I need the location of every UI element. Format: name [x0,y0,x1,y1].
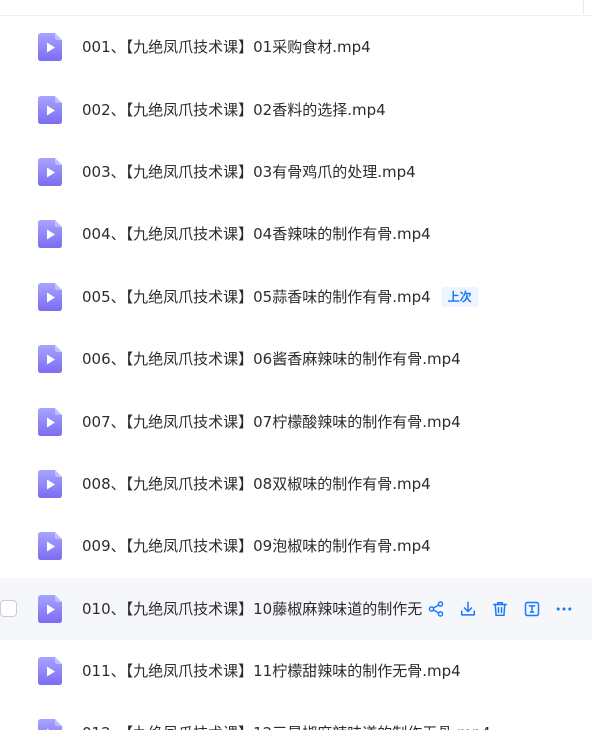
file-name-text: 009、【九绝凤爪技术课】09泡椒味的制作有骨.mp4 [82,537,431,556]
delete-icon[interactable] [490,599,510,619]
file-row[interactable]: 011、【九绝凤爪技术课】11柠檬甜辣味的制作无骨.mp4 [0,640,592,702]
download-icon[interactable] [458,599,478,619]
file-row[interactable]: 002、【九绝凤爪技术课】02香料的选择.mp4 [0,78,592,140]
file-name[interactable]: 012、【九绝凤爪技术课】12三星椒麻辣味道的制作无骨.mp4 [82,723,491,730]
file-name-text: 003、【九绝凤爪技术课】03有骨鸡爪的处理.mp4 [82,162,416,181]
video-file-icon [38,157,62,186]
file-name[interactable]: 006、【九绝凤爪技术课】06酱香麻辣味的制作有骨.mp4 [82,349,461,369]
file-name[interactable]: 011、【九绝凤爪技术课】11柠檬甜辣味的制作无骨.mp4 [82,661,461,681]
file-row[interactable]: 001、【九绝凤爪技术课】01采购食材.mp4 [0,16,592,78]
file-name[interactable]: 004、【九绝凤爪技术课】04香辣味的制作有骨.mp4 [82,224,431,244]
video-file-icon [38,532,62,561]
video-file-icon [38,33,62,62]
file-name-text: 005、【九绝凤爪技术课】05蒜香味的制作有骨.mp4 [82,287,431,306]
file-name-text: 012、【九绝凤爪技术课】12三星椒麻辣味道的制作无骨.mp4 [82,724,491,730]
file-list: 001、【九绝凤爪技术课】01采购食材.mp4 002、【九绝凤爪技术课】02香料… [0,16,592,730]
file-name-text: 004、【九绝凤爪技术课】04香辣味的制作有骨.mp4 [82,225,431,244]
file-row[interactable]: 008、【九绝凤爪技术课】08双椒味的制作有骨.mp4 [0,453,592,515]
file-name[interactable]: 010、【九绝凤爪技术课】10藤椒麻辣味道的制作无骨.mp4 [82,599,422,619]
file-name-text: 006、【九绝凤爪技术课】06酱香麻辣味的制作有骨.mp4 [82,350,461,369]
file-name-text: 002、【九绝凤爪技术课】02香料的选择.mp4 [82,100,386,119]
rename-icon[interactable] [522,599,542,619]
file-row[interactable]: 005、【九绝凤爪技术课】05蒜香味的制作有骨.mp4 上次 [0,266,592,328]
file-name-text: 001、【九绝凤爪技术课】01采购食材.mp4 [82,38,371,57]
video-file-icon [38,95,62,124]
share-icon[interactable] [426,599,446,619]
video-file-icon [38,345,62,374]
column-resize-handle [583,0,584,14]
video-file-icon [38,657,62,686]
last-viewed-badge: 上次 [440,286,479,307]
video-file-icon [38,719,62,730]
file-row[interactable]: 009、【九绝凤爪技术课】09泡椒味的制作有骨.mp4 [0,515,592,577]
row-checkbox[interactable] [0,600,17,618]
file-name-text: 011、【九绝凤爪技术课】11柠檬甜辣味的制作无骨.mp4 [82,662,461,681]
file-row[interactable]: 010、【九绝凤爪技术课】10藤椒麻辣味道的制作无骨.mp4 [0,577,592,640]
file-name[interactable]: 008、【九绝凤爪技术课】08双椒味的制作有骨.mp4 [82,474,431,494]
file-name-text: 010、【九绝凤爪技术课】10藤椒麻辣味道的制作无骨.mp4 [82,599,422,618]
file-row[interactable]: 004、【九绝凤爪技术课】04香辣味的制作有骨.mp4 [0,203,592,265]
video-file-icon [38,220,62,249]
file-name-text: 008、【九绝凤爪技术课】08双椒味的制作有骨.mp4 [82,474,431,493]
file-name[interactable]: 009、【九绝凤爪技术课】09泡椒味的制作有骨.mp4 [82,536,431,556]
more-icon[interactable] [554,599,574,619]
file-row[interactable]: 007、【九绝凤爪技术课】07柠檬酸辣味的制作有骨.mp4 [0,390,592,452]
file-name[interactable]: 005、【九绝凤爪技术课】05蒜香味的制作有骨.mp4 上次 [82,286,479,307]
file-name-text: 007、【九绝凤爪技术课】07柠檬酸辣味的制作有骨.mp4 [82,412,461,431]
file-row[interactable]: 003、【九绝凤爪技术课】03有骨鸡爪的处理.mp4 [0,141,592,203]
file-name[interactable]: 003、【九绝凤爪技术课】03有骨鸡爪的处理.mp4 [82,162,416,182]
video-file-icon [38,469,62,498]
video-file-icon [38,282,62,311]
file-row[interactable]: 006、【九绝凤爪技术课】06酱香麻辣味的制作有骨.mp4 [0,328,592,390]
video-file-icon [38,594,62,623]
file-name[interactable]: 002、【九绝凤爪技术课】02香料的选择.mp4 [82,100,386,120]
row-actions [426,599,574,619]
video-file-icon [38,407,62,436]
file-name[interactable]: 001、【九绝凤爪技术课】01采购食材.mp4 [82,37,371,57]
file-row[interactable]: 012、【九绝凤爪技术课】12三星椒麻辣味道的制作无骨.mp4 [0,702,592,730]
file-name[interactable]: 007、【九绝凤爪技术课】07柠檬酸辣味的制作有骨.mp4 [82,412,461,432]
